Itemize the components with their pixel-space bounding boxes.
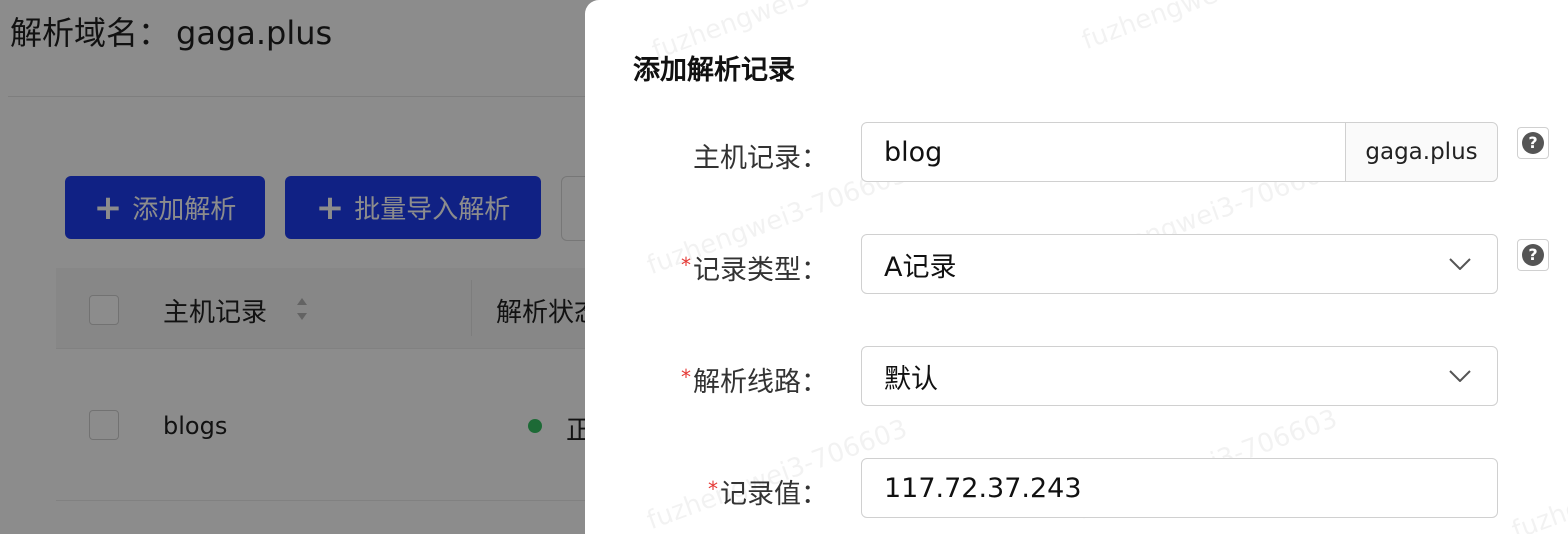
chevron-down-icon [1449,258,1471,270]
line-value: 默认 [884,363,938,395]
record-value-label: * 记录值： [708,472,828,511]
host-record-value[interactable]: blog [862,137,1345,168]
chevron-down-icon [1449,370,1471,382]
host-record-label-text: 主机记录： [693,143,828,174]
record-value-text[interactable]: 117.72.37.243 [862,473,1497,504]
host-record-input[interactable]: blog gaga.plus [861,122,1498,182]
record-type-select[interactable]: A记录 [861,234,1498,294]
required-mark: * [708,476,718,501]
help-glyph: ? [1522,244,1544,266]
required-mark: * [681,364,691,389]
record-type-label-text: 记录类型： [693,255,828,286]
required-mark: * [681,252,691,277]
domain-suffix: gaga.plus [1345,123,1497,181]
help-icon[interactable]: ? [1517,127,1549,159]
watermark: fuzhengwei3-706603 [1078,0,1346,56]
help-icon[interactable]: ? [1517,239,1549,271]
drawer-title: 添加解析记录 [633,55,795,86]
line-select[interactable]: 默认 [861,346,1498,406]
watermark: fuzhengwei3-706603 [1508,423,1568,534]
add-record-drawer: fuzhengwei3-706603 fuzhengwei3-706603 fu… [585,0,1568,534]
record-type-label: * 记录类型： [681,248,828,287]
line-label-text: 解析线路： [693,367,828,398]
record-type-value: A记录 [884,251,957,283]
line-label: * 解析线路： [681,360,828,399]
host-record-label: 主机记录： [693,136,828,175]
record-value-input[interactable]: 117.72.37.243 [861,458,1498,518]
record-value-label-text: 记录值： [720,479,828,510]
help-glyph: ? [1522,132,1544,154]
